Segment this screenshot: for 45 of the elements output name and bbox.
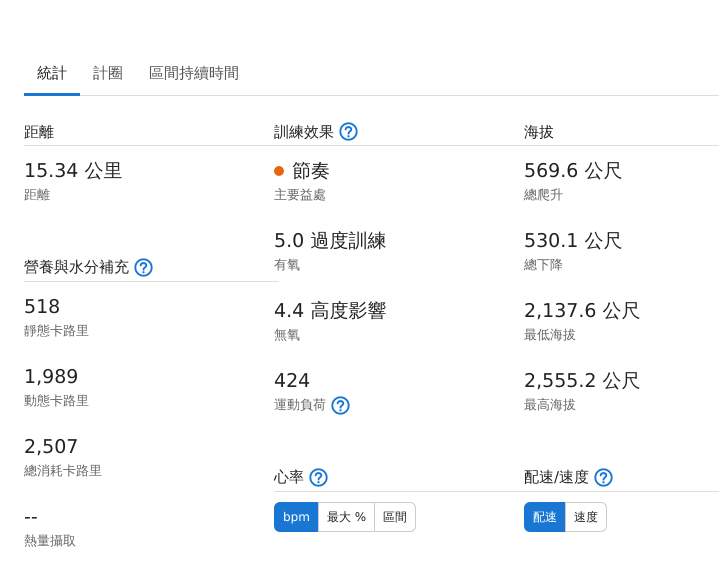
- stat-label: 總爬升: [524, 187, 563, 205]
- help-icon[interactable]: [331, 396, 350, 416]
- stat-label: 總消耗卡路里: [24, 462, 102, 480]
- stat-value: --: [24, 504, 38, 530]
- stat-label: 靜態卡路里: [24, 322, 89, 340]
- section-title: 營養與水分補充: [24, 257, 129, 278]
- stat-value: 424: [274, 369, 310, 394]
- stat-label: 總下降: [524, 257, 563, 275]
- stat-label: 動態卡路里: [24, 392, 89, 410]
- section-title: 配速/速度: [524, 467, 590, 488]
- section-title: 心率: [274, 467, 304, 488]
- stat-value: 530.1 公尺: [524, 229, 622, 254]
- help-icon[interactable]: [134, 258, 153, 277]
- help-icon[interactable]: [309, 468, 328, 487]
- section-title: 訓練效果: [274, 122, 334, 142]
- stat-value: 518: [24, 294, 60, 320]
- stat-value: 15.34 公里: [24, 159, 122, 184]
- stat-label: 最高海拔: [524, 397, 576, 415]
- stat-value: 5.0 過度訓練: [274, 229, 386, 254]
- stat-label: 運動負荷: [274, 397, 326, 415]
- stat-label: 最低海拔: [524, 327, 576, 345]
- help-icon[interactable]: [594, 468, 614, 487]
- tab[interactable]: 區間持續時間: [136, 58, 252, 96]
- stat-value: 2,137.6 公尺: [524, 299, 641, 324]
- help-icon[interactable]: [339, 122, 358, 142]
- toggle-button[interactable]: 配速: [524, 502, 566, 532]
- toggle-button[interactable]: 區間: [374, 502, 416, 532]
- stat-label: 距離: [24, 187, 50, 205]
- stat-value: 569.6 公尺: [524, 159, 622, 184]
- stat-value: 節奏: [292, 159, 330, 184]
- tab[interactable]: 統計: [24, 58, 80, 96]
- toggle-button[interactable]: 最大 %: [318, 502, 376, 532]
- toggle-button[interactable]: bpm: [274, 502, 319, 532]
- stat-label: 無氧: [274, 327, 300, 345]
- stat-label: 熱量攝取: [24, 532, 76, 550]
- toggle-button[interactable]: 速度: [565, 502, 607, 532]
- tab[interactable]: 計圈: [80, 58, 136, 96]
- stat-label: 主要益處: [274, 187, 326, 205]
- stat-value: 2,555.2 公尺: [524, 369, 641, 394]
- section-title: 距離: [24, 122, 54, 142]
- stat-value: 4.4 高度影響: [274, 299, 386, 324]
- stat-value: 1,989: [24, 364, 78, 390]
- section-title: 海拔: [524, 122, 554, 142]
- stat-label: 有氧: [274, 257, 300, 275]
- stat-value: 2,507: [24, 434, 78, 460]
